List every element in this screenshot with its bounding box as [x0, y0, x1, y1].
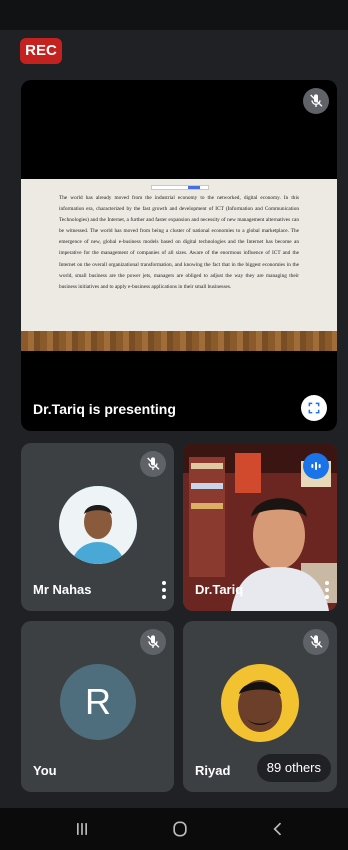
- navigation-bar: [0, 808, 348, 850]
- avatar: R: [60, 664, 136, 740]
- fullscreen-icon: [308, 402, 320, 414]
- presenter-label: Dr.Tariq is presenting: [33, 401, 176, 417]
- slide-text: The world has already moved from the ind…: [59, 195, 299, 290]
- mic-off-icon: [303, 629, 329, 655]
- slide-url-bar: [151, 185, 209, 190]
- back-icon: [273, 822, 282, 836]
- participant-tile-dr-tariq[interactable]: Dr.Tariq: [183, 443, 337, 611]
- recent-apps-icon: [77, 823, 87, 835]
- fullscreen-button[interactable]: [301, 395, 327, 421]
- participant-tile-riyad[interactable]: Riyad 89 others: [183, 621, 337, 792]
- participant-tile-mr-nahas[interactable]: Mr Nahas: [21, 443, 174, 611]
- more-options-button[interactable]: [321, 579, 333, 601]
- speaking-indicator-icon: [303, 453, 329, 479]
- mic-off-icon: [303, 88, 329, 114]
- participant-name: You: [33, 763, 57, 778]
- home-button[interactable]: [168, 818, 192, 840]
- mic-off-icon: [140, 629, 166, 655]
- participant-name: Mr Nahas: [33, 582, 92, 597]
- back-button[interactable]: [266, 818, 290, 840]
- slide-floor-image: [21, 331, 337, 351]
- status-bar: [0, 0, 348, 30]
- presentation-tile[interactable]: The world has already moved from the ind…: [21, 80, 337, 431]
- recent-apps-button[interactable]: [70, 818, 94, 840]
- others-count-button[interactable]: 89 others: [256, 754, 331, 782]
- shared-slide: The world has already moved from the ind…: [21, 179, 337, 351]
- participant-name: Dr.Tariq: [195, 582, 244, 597]
- participant-name: Riyad: [195, 763, 231, 778]
- home-icon: [173, 821, 187, 837]
- avatar: [59, 486, 137, 564]
- more-options-button[interactable]: [158, 579, 170, 601]
- mic-off-icon: [140, 451, 166, 477]
- recording-badge: REC: [20, 38, 62, 64]
- avatar: [221, 664, 299, 742]
- participant-tile-you[interactable]: R You: [21, 621, 174, 792]
